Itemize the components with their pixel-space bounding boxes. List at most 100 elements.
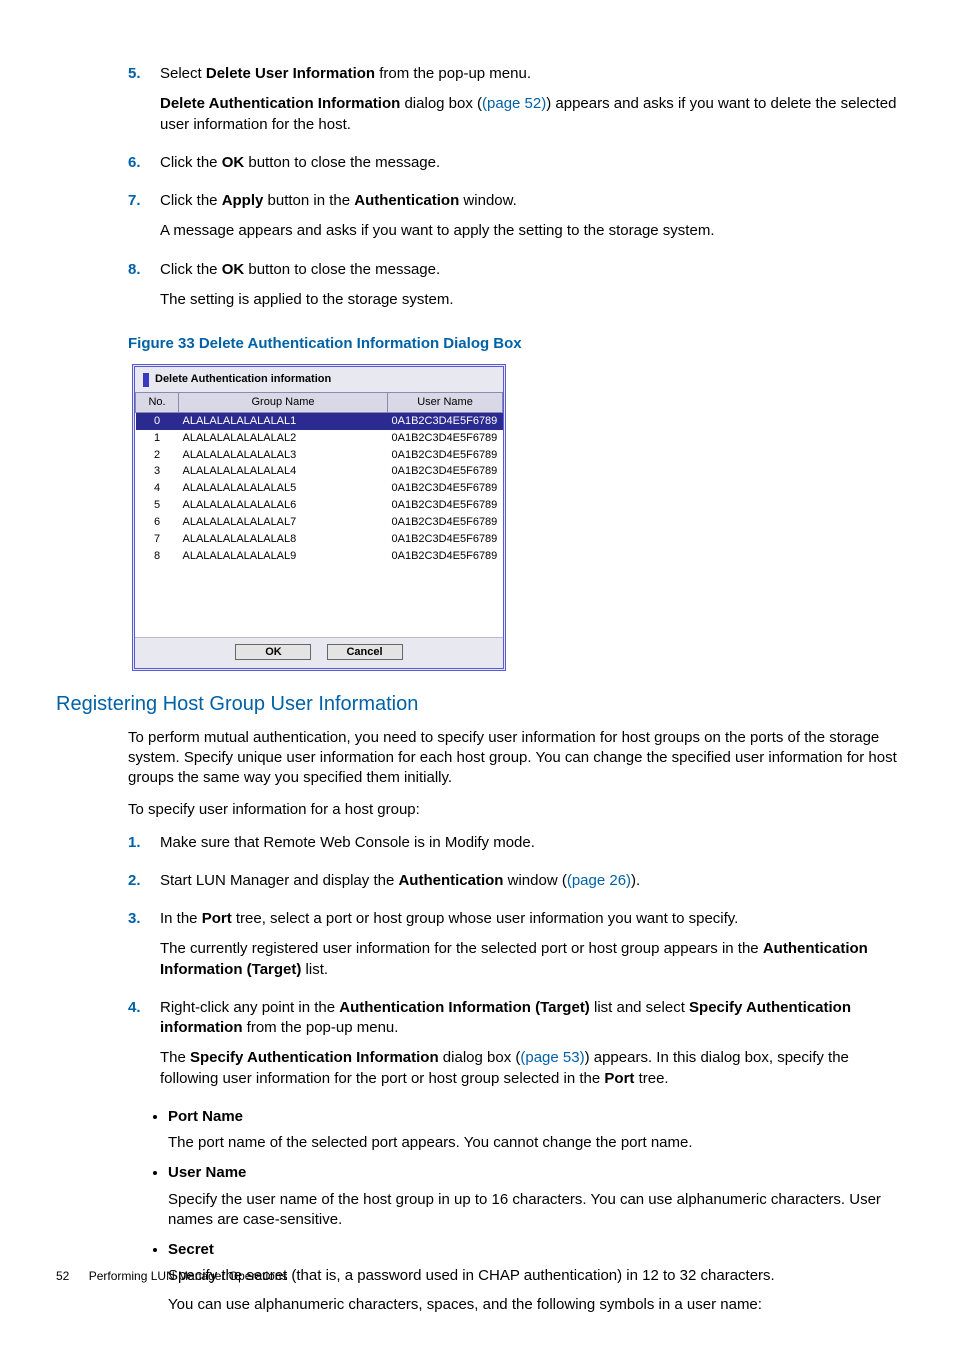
step-number: 7.	[128, 191, 160, 252]
title-marker-icon	[143, 373, 149, 387]
step-body: Click the OK button to close the message…	[160, 153, 898, 183]
cancel-button[interactable]: Cancel	[327, 644, 403, 660]
cell-user-name: 0A1B2C3D4E5F6789	[388, 412, 503, 429]
page-reference-link[interactable]: (page 53)	[520, 1049, 584, 1066]
text: Click the	[160, 192, 222, 209]
ok-button[interactable]: OK	[235, 644, 311, 660]
text: window.	[459, 192, 517, 209]
step-paragraph: Right-click any point in the Authenticat…	[160, 998, 898, 1039]
step-number: 8.	[128, 260, 160, 321]
text: list.	[301, 961, 328, 978]
text: Start LUN Manager and display the	[160, 872, 398, 889]
cell-no: 8	[136, 548, 179, 565]
page-reference-link[interactable]: (page 26)	[567, 872, 631, 889]
step-row: 2.Start LUN Manager and display the Auth…	[128, 871, 898, 901]
step-paragraph: The currently registered user informatio…	[160, 939, 898, 980]
figure-caption: Figure 33 Delete Authentication Informat…	[128, 334, 898, 354]
bullet-title: Secret	[168, 1240, 898, 1260]
bold-text: OK	[222, 261, 245, 278]
dialog-list-empty-area	[135, 565, 503, 637]
text: Make sure that Remote Web Console is in …	[160, 834, 535, 851]
col-header-user-name[interactable]: User Name	[388, 393, 503, 413]
cell-group-name: ALALALALALALALAL4	[179, 463, 388, 480]
bold-text: Authentication	[354, 192, 459, 209]
step-body: Select Delete User Information from the …	[160, 64, 898, 145]
step-paragraph: Make sure that Remote Web Console is in …	[160, 833, 898, 853]
cell-no: 4	[136, 480, 179, 497]
step-paragraph: Click the OK button to close the message…	[160, 153, 898, 173]
step-paragraph: In the Port tree, select a port or host …	[160, 909, 898, 929]
auth-info-table[interactable]: No. Group Name User Name 0ALALALALALALAL…	[135, 392, 503, 564]
step-paragraph: The setting is applied to the storage sy…	[160, 290, 898, 310]
text: The currently registered user informatio…	[160, 940, 763, 957]
cell-user-name: 0A1B2C3D4E5F6789	[388, 463, 503, 480]
cell-no: 3	[136, 463, 179, 480]
cell-group-name: ALALALALALALALAL3	[179, 447, 388, 464]
step-row: 5.Select Delete User Information from th…	[128, 64, 898, 145]
text: ).	[631, 872, 640, 889]
text: button to close the message.	[244, 261, 440, 278]
text: Right-click any point in the	[160, 999, 339, 1016]
step-body: Start LUN Manager and display the Authen…	[160, 871, 898, 901]
step-paragraph: A message appears and asks if you want t…	[160, 221, 898, 241]
bold-text: Port	[604, 1070, 634, 1087]
step-row: 3.In the Port tree, select a port or hos…	[128, 909, 898, 990]
bullet-paragraph: The port name of the selected port appea…	[168, 1133, 898, 1153]
cell-user-name: 0A1B2C3D4E5F6789	[388, 514, 503, 531]
table-row[interactable]: 3ALALALALALALALAL40A1B2C3D4E5F6789	[136, 463, 503, 480]
step-paragraph: Start LUN Manager and display the Authen…	[160, 871, 898, 891]
cell-user-name: 0A1B2C3D4E5F6789	[388, 531, 503, 548]
step-row: 6.Click the OK button to close the messa…	[128, 153, 898, 183]
step-body: Click the Apply button in the Authentica…	[160, 191, 898, 252]
step-number: 1.	[128, 833, 160, 863]
step-number: 5.	[128, 64, 160, 145]
text: A message appears and asks if you want t…	[160, 222, 714, 239]
step-paragraph: Click the OK button to close the message…	[160, 260, 898, 280]
step-number: 4.	[128, 998, 160, 1099]
text: Click the	[160, 261, 222, 278]
col-header-no[interactable]: No.	[136, 393, 179, 413]
bullet-title: Port Name	[168, 1107, 898, 1127]
table-row[interactable]: 4ALALALALALALALAL50A1B2C3D4E5F6789	[136, 480, 503, 497]
page-footer: 52 Performing LUN Manager Operations	[56, 1268, 287, 1284]
dialog-title: Delete Authentication information	[155, 372, 331, 387]
table-row[interactable]: 2ALALALALALALALAL30A1B2C3D4E5F6789	[136, 447, 503, 464]
step-paragraph: The Specify Authentication Information d…	[160, 1048, 898, 1089]
page-reference-link[interactable]: (page 52)	[482, 95, 546, 112]
bold-text: Authentication	[398, 872, 503, 889]
col-header-group-name[interactable]: Group Name	[179, 393, 388, 413]
cell-group-name: ALALALALALALALAL8	[179, 531, 388, 548]
footer-title: Performing LUN Manager Operations	[89, 1269, 288, 1283]
text: from the pop-up menu.	[375, 65, 531, 82]
cell-user-name: 0A1B2C3D4E5F6789	[388, 548, 503, 565]
cell-no: 7	[136, 531, 179, 548]
cell-group-name: ALALALALALALALAL7	[179, 514, 388, 531]
cell-no: 2	[136, 447, 179, 464]
table-row[interactable]: 8ALALALALALALALAL90A1B2C3D4E5F6789	[136, 548, 503, 565]
step-row: 7.Click the Apply button in the Authenti…	[128, 191, 898, 252]
cell-no: 1	[136, 430, 179, 447]
cell-user-name: 0A1B2C3D4E5F6789	[388, 480, 503, 497]
intro-paragraph: To perform mutual authentication, you ne…	[128, 728, 898, 789]
text: The	[160, 1049, 190, 1066]
page-number: 52	[56, 1269, 69, 1283]
step-row: 4.Right-click any point in the Authentic…	[128, 998, 898, 1099]
text: list and select	[590, 999, 689, 1016]
table-row[interactable]: 6ALALALALALALALAL70A1B2C3D4E5F6789	[136, 514, 503, 531]
text: dialog box (	[439, 1049, 521, 1066]
section-heading: Registering Host Group User Information	[56, 691, 898, 718]
text: button in the	[263, 192, 354, 209]
table-row[interactable]: 5ALALALALALALALAL60A1B2C3D4E5F6789	[136, 497, 503, 514]
text: dialog box (	[400, 95, 482, 112]
table-row[interactable]: 1ALALALALALALALAL20A1B2C3D4E5F6789	[136, 430, 503, 447]
step-paragraph: Delete Authentication Information dialog…	[160, 94, 898, 135]
step-number: 3.	[128, 909, 160, 990]
table-row[interactable]: 7ALALALALALALALAL80A1B2C3D4E5F6789	[136, 531, 503, 548]
cell-group-name: ALALALALALALALAL9	[179, 548, 388, 565]
dialog-title-bar: Delete Authentication information	[135, 367, 503, 392]
text: window (	[503, 872, 566, 889]
bold-text: Delete Authentication Information	[160, 95, 400, 112]
bullet-title: User Name	[168, 1163, 898, 1183]
step-number: 6.	[128, 153, 160, 183]
table-row[interactable]: 0ALALALALALALALAL10A1B2C3D4E5F6789	[136, 412, 503, 429]
